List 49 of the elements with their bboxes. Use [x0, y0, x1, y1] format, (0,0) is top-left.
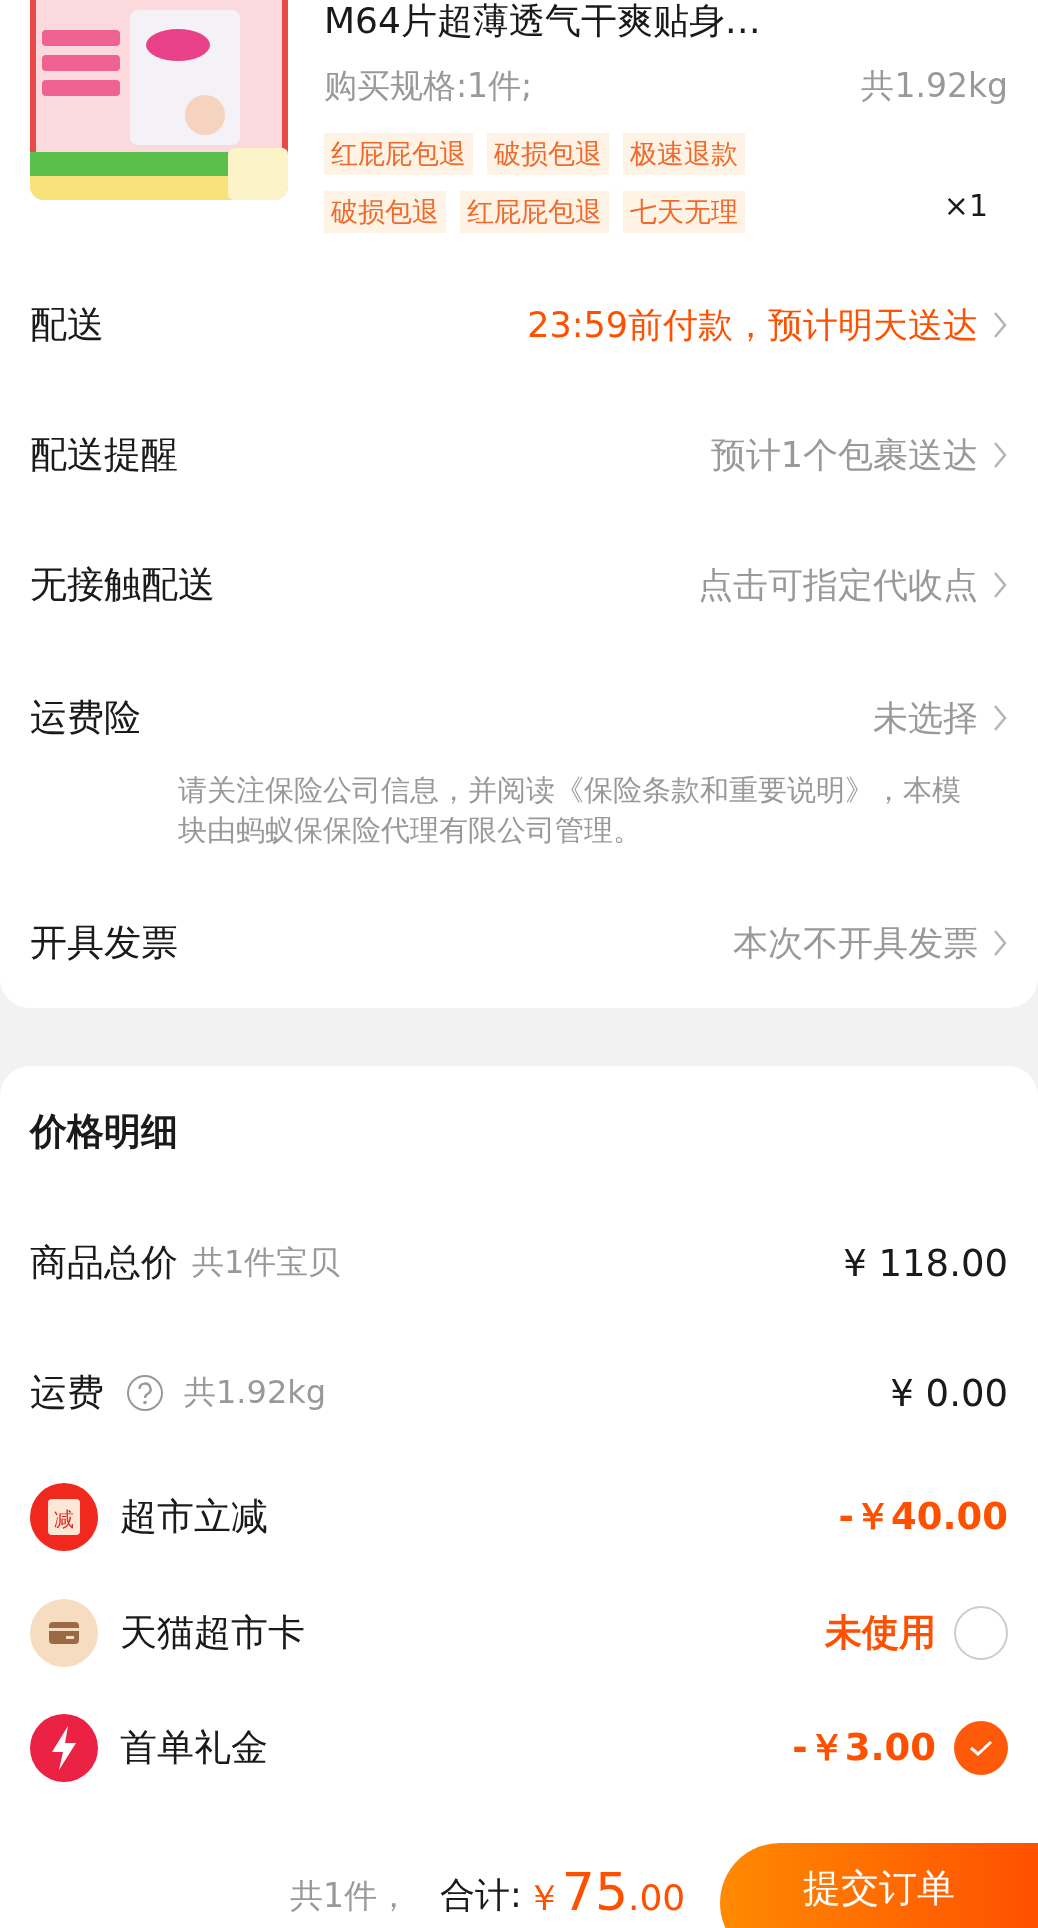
chevron-right-icon — [992, 703, 1008, 733]
price-note: 共1件宝贝 — [192, 1242, 341, 1283]
product-weight: 共1.92kg — [861, 65, 1008, 107]
total-label: 合计: — [440, 1874, 522, 1917]
price-label: 商品总价 — [30, 1240, 178, 1286]
option-value[interactable]: 点击可指定代收点 — [698, 561, 978, 609]
lightning-icon — [30, 1713, 98, 1782]
discount-label: 超市立减 — [120, 1493, 268, 1540]
price-note: 共1.92kg — [184, 1372, 327, 1413]
price-label: 运费 — [30, 1370, 104, 1416]
price-amount: 未使用 — [825, 1609, 936, 1656]
service-tag: 破损包退 — [324, 191, 446, 233]
option-value[interactable]: 预计1个包裹送达 — [710, 431, 978, 479]
service-tag: 极速退款 — [623, 133, 745, 175]
checkbox[interactable] — [954, 1605, 1008, 1660]
option-label: 配送提醒 — [30, 432, 178, 478]
chevron-right-icon — [992, 570, 1008, 600]
discount-label: 首单礼金 — [120, 1724, 268, 1771]
product-title: M64片超薄透气干爽贴身… — [324, 0, 762, 42]
option-value[interactable]: 本次不开具发票 — [733, 919, 978, 967]
price-amount: ¥ 0.00 — [890, 1371, 1008, 1415]
insurance-note: 请关注保险公司信息，并阅读《保险条款和重要说明》，本模块由蚂蚁保保险代理有限公司管理。 — [178, 772, 962, 849]
section-title: 价格明细 — [30, 1109, 178, 1155]
option-value[interactable]: 23:59前付款，预计明天送达 — [527, 301, 978, 349]
option-label: 开具发票 — [30, 920, 178, 966]
option-label: 无接触配送 — [30, 562, 215, 608]
chevron-right-icon — [992, 928, 1008, 958]
total-amount: ￥75.00 — [525, 1862, 686, 1923]
option-value[interactable]: 未选择 — [873, 694, 978, 742]
submit-order-button[interactable]: 提交订单 — [720, 1843, 1038, 1928]
price-amount: -￥3.00 — [792, 1724, 936, 1771]
service-tag: 红屁屁包退 — [460, 191, 609, 233]
quantity: ×1 — [943, 188, 988, 223]
price-amount: -￥40.00 — [838, 1493, 1008, 1540]
chevron-right-icon — [992, 440, 1008, 470]
service-tag: 七天无理 — [623, 191, 745, 233]
discount-label: 天猫超市卡 — [120, 1609, 305, 1656]
item-count: 共1件， — [290, 1875, 410, 1917]
product-spec: 购买规格:1件; — [324, 65, 533, 107]
option-label: 配送 — [30, 302, 104, 348]
help-icon[interactable] — [126, 1374, 164, 1412]
chevron-right-icon — [992, 310, 1008, 340]
service-tag: 红屁屁包退 — [324, 133, 473, 175]
discount-badge-icon: 减 — [30, 1482, 98, 1551]
price-amount: ¥ 118.00 — [843, 1241, 1008, 1285]
option-label: 运费险 — [30, 695, 141, 741]
service-tag: 破损包退 — [487, 133, 609, 175]
checkbox[interactable] — [954, 1720, 1008, 1775]
card-icon — [30, 1598, 98, 1667]
